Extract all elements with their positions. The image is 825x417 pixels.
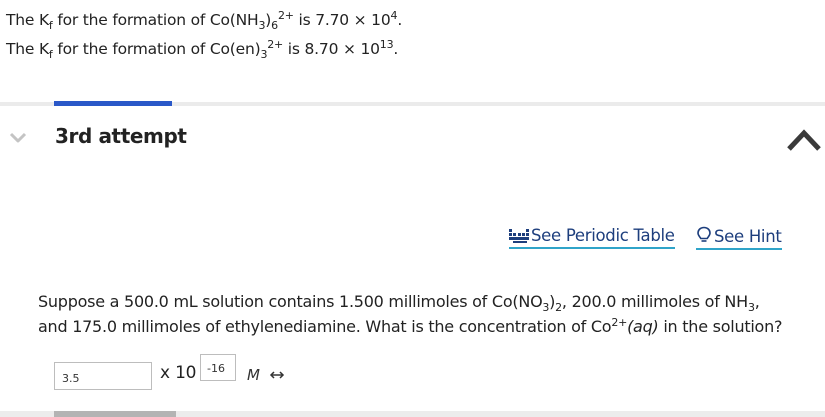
kf-line-cobalt-en: The Kf for the formation of Co(en)32+ is… bbox=[6, 38, 399, 61]
unit-label: M bbox=[247, 366, 260, 384]
kf-line-cobalt-ammine: The Kf for the formation of Co(NH3)62+ i… bbox=[6, 9, 403, 32]
answer-coefficient-input[interactable]: 3.5 bbox=[54, 362, 152, 390]
times-ten-label: x 10 bbox=[160, 363, 197, 383]
attempt-title: 3rd attempt bbox=[55, 124, 187, 148]
attempt-progress-accent bbox=[54, 101, 172, 106]
unit-switch-arrow-icon[interactable] bbox=[269, 370, 285, 380]
answer-exponent-input[interactable]: -16 bbox=[200, 354, 236, 381]
see-hint-link[interactable]: See Hint bbox=[696, 226, 782, 250]
question-text: Suppose a 500.0 mL solution contains 1.5… bbox=[38, 292, 783, 336]
bottom-progress-accent bbox=[54, 411, 176, 417]
collapse-arrow-icon[interactable] bbox=[786, 123, 822, 155]
periodic-table-icon bbox=[509, 229, 529, 243]
lightbulb-icon bbox=[697, 226, 711, 242]
see-periodic-table-link[interactable]: See Periodic Table bbox=[509, 226, 675, 249]
chevron-down-icon[interactable] bbox=[9, 131, 27, 145]
